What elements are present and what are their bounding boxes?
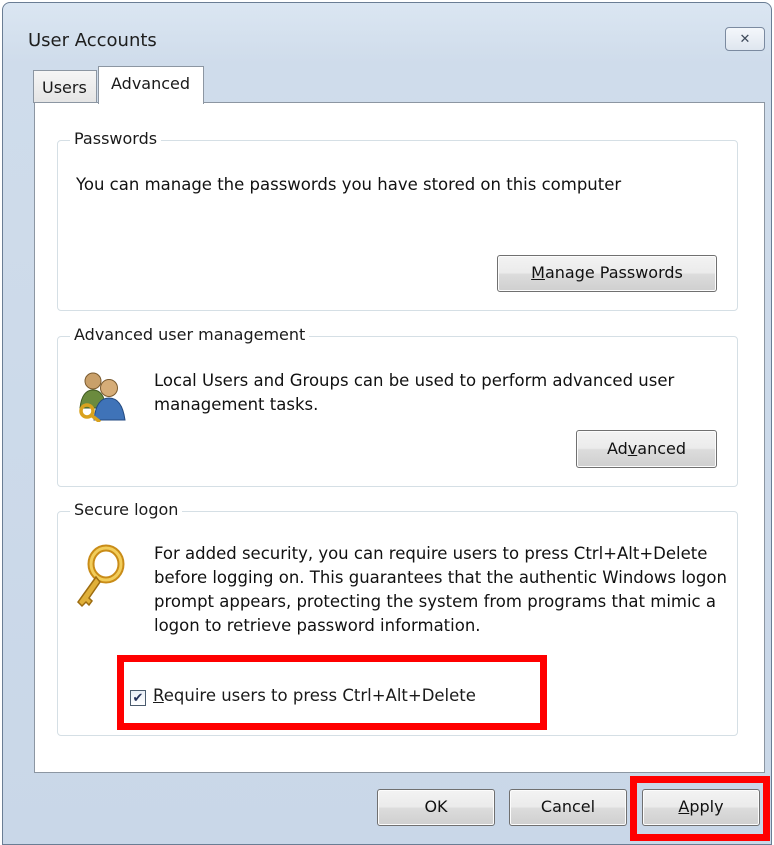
manage-passwords-button[interactable]: Manage Passwords xyxy=(497,255,717,292)
advanced-button[interactable]: Advanced xyxy=(576,430,717,468)
ok-button[interactable]: OK xyxy=(377,789,495,826)
secure-logon-legend: Secure logon xyxy=(70,500,183,519)
highlight-checkbox-box xyxy=(117,655,547,730)
highlight-apply-box xyxy=(630,776,770,841)
advanced-user-management-group: Advanced user management Local Users and… xyxy=(57,325,738,487)
window-title: User Accounts xyxy=(28,30,157,51)
users-key-icon xyxy=(74,368,130,426)
close-icon: ✕ xyxy=(739,31,751,47)
passwords-legend: Passwords xyxy=(70,129,162,148)
key-icon xyxy=(70,544,126,618)
cancel-button[interactable]: Cancel xyxy=(509,789,627,826)
close-button[interactable]: ✕ xyxy=(725,27,765,51)
advanced-user-management-legend: Advanced user management xyxy=(70,325,310,344)
tab-users[interactable]: Users xyxy=(33,70,97,103)
advanced-user-management-description: Local Users and Groups can be used to pe… xyxy=(154,371,675,414)
passwords-description: You can manage the passwords you have st… xyxy=(76,175,622,194)
secure-logon-description: For added security, you can require user… xyxy=(154,544,727,635)
tab-advanced[interactable]: Advanced xyxy=(98,66,204,104)
passwords-group: Passwords You can manage the passwords y… xyxy=(57,129,738,311)
